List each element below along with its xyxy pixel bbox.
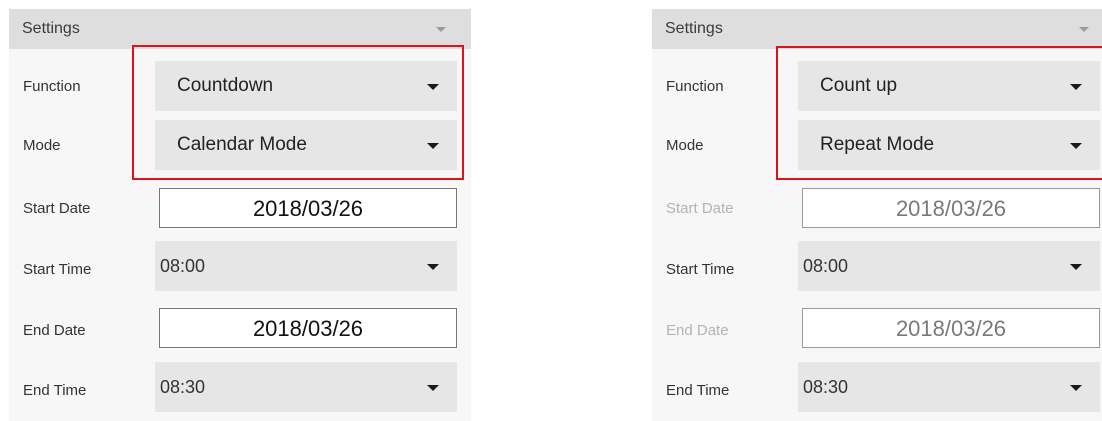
- highlight-box: [776, 46, 1102, 180]
- function-label: Function: [666, 78, 724, 95]
- settings-panel-count-up: Settings Function Count up Mode Repeat M…: [652, 9, 1102, 421]
- collapse-caret-icon[interactable]: [436, 27, 446, 32]
- mode-label: Mode: [666, 137, 704, 154]
- start-date-field[interactable]: 2018/03/26: [159, 188, 457, 228]
- end-date-value: 2018/03/26: [895, 316, 1007, 341]
- start-time-label: Start Time: [666, 261, 735, 278]
- settings-panel-countdown: Settings Function Countdown Mode Calenda…: [9, 9, 471, 421]
- mode-label: Mode: [23, 137, 61, 154]
- settings-title: Settings: [22, 20, 80, 37]
- dropdown-arrow-icon: [1070, 264, 1082, 270]
- end-time-label: End Time: [666, 382, 730, 399]
- settings-header[interactable]: Settings: [9, 9, 471, 49]
- dropdown-arrow-icon: [427, 385, 439, 391]
- end-date-label: End Date: [23, 322, 86, 339]
- settings-header[interactable]: Settings: [652, 9, 1102, 49]
- highlight-box: [132, 45, 464, 180]
- start-date-label: Start Date: [666, 200, 734, 217]
- end-time-value: 08:30: [803, 377, 849, 397]
- end-date-field: 2018/03/26: [802, 308, 1100, 348]
- start-date-label: Start Date: [23, 200, 91, 217]
- end-time-label: End Time: [23, 382, 87, 399]
- function-label: Function: [23, 78, 81, 95]
- start-time-dropdown[interactable]: 08:00: [798, 241, 1100, 291]
- start-time-dropdown[interactable]: 08:00: [155, 241, 457, 291]
- start-time-value: 08:00: [160, 256, 206, 276]
- dropdown-arrow-icon: [427, 264, 439, 270]
- end-time-dropdown[interactable]: 08:30: [155, 362, 457, 412]
- start-date-field: 2018/03/26: [802, 188, 1100, 228]
- end-time-dropdown[interactable]: 08:30: [798, 362, 1100, 412]
- start-date-value: 2018/03/26: [895, 196, 1007, 221]
- start-date-value: 2018/03/26: [252, 196, 364, 221]
- collapse-caret-icon[interactable]: [1079, 27, 1089, 32]
- start-time-value: 08:00: [803, 256, 849, 276]
- start-time-label: Start Time: [23, 261, 92, 278]
- dropdown-arrow-icon: [1070, 385, 1082, 391]
- end-date-value: 2018/03/26: [252, 316, 364, 341]
- end-time-value: 08:30: [160, 377, 206, 397]
- end-date-label: End Date: [666, 322, 729, 339]
- settings-title: Settings: [665, 20, 723, 37]
- end-date-field[interactable]: 2018/03/26: [159, 308, 457, 348]
